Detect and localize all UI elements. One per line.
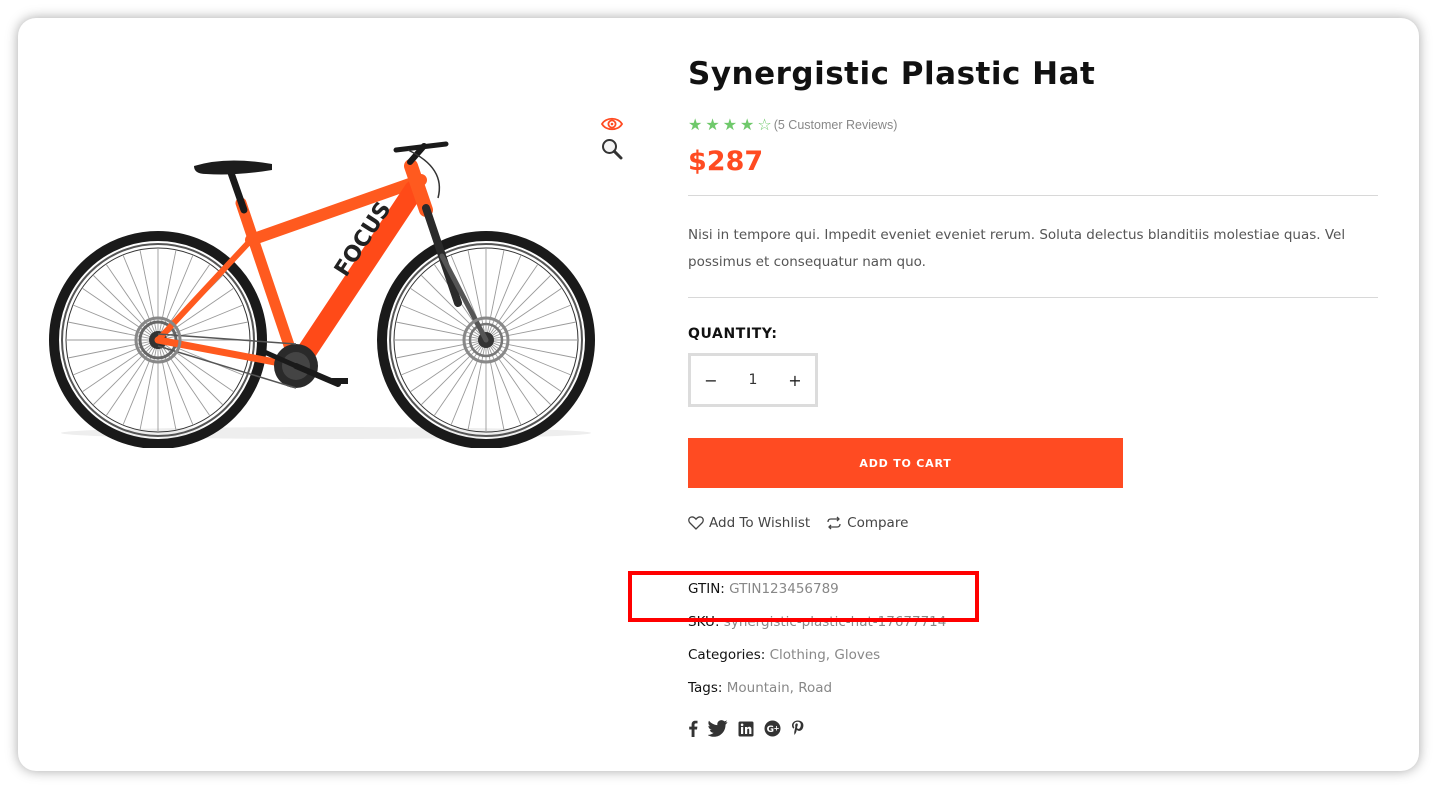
star-filled-icon: ★ bbox=[688, 115, 703, 134]
compare-icon bbox=[827, 516, 841, 530]
bike-frame: FOCUS bbox=[134, 141, 510, 389]
quantity-increase-button[interactable]: + bbox=[775, 371, 815, 390]
svg-text:+: + bbox=[774, 725, 780, 733]
star-filled-icon: ★ bbox=[705, 115, 720, 134]
pinterest-icon[interactable] bbox=[791, 720, 804, 737]
facebook-icon[interactable] bbox=[688, 720, 698, 737]
google-plus-icon[interactable]: G + bbox=[764, 720, 781, 737]
divider bbox=[688, 297, 1378, 298]
add-to-cart-button[interactable]: ADD TO CART bbox=[688, 438, 1123, 488]
sku-value: synergistic-plastic-hat-17677714 bbox=[723, 614, 947, 630]
product-title: Synergistic Plastic Hat bbox=[688, 56, 1096, 92]
star-filled-icon: ★ bbox=[740, 115, 755, 134]
gtin-value: GTIN123456789 bbox=[729, 581, 839, 597]
divider bbox=[688, 195, 1378, 196]
product-sku: SKU: synergistic-plastic-hat-17677714 bbox=[688, 614, 946, 630]
social-share: G + bbox=[688, 720, 804, 737]
star-empty-icon: ☆ bbox=[757, 115, 772, 134]
gtin-label: GTIN: bbox=[688, 581, 725, 597]
product-gallery: FOCUS bbox=[38, 58, 624, 478]
product-price: $287 bbox=[688, 146, 764, 177]
product-gtin: GTIN: GTIN123456789 bbox=[688, 581, 839, 597]
sku-label: SKU: bbox=[688, 614, 720, 630]
category-link[interactable]: Gloves bbox=[834, 647, 880, 663]
product-card: FOCUS Synergistic Plastic Hat ★ ★ ★ ★ ☆ … bbox=[18, 18, 1419, 771]
product-categories: Categories: Clothing, Gloves bbox=[688, 647, 881, 663]
quantity-label: QUANTITY: bbox=[688, 326, 778, 342]
tags-label: Tags: bbox=[688, 680, 723, 696]
category-link[interactable]: Clothing bbox=[770, 647, 826, 663]
tag-link[interactable]: Road bbox=[798, 680, 832, 696]
product-actions: Add To Wishlist Compare bbox=[688, 515, 908, 531]
quantity-decrease-button[interactable]: − bbox=[691, 371, 731, 390]
wishlist-label: Add To Wishlist bbox=[709, 515, 811, 531]
reviews-link[interactable]: (5 Customer Reviews) bbox=[774, 118, 898, 132]
add-to-wishlist-link[interactable]: Add To Wishlist bbox=[688, 515, 810, 531]
linkedin-icon[interactable] bbox=[738, 721, 754, 737]
product-image: FOCUS bbox=[49, 141, 595, 448]
quantity-stepper: − + bbox=[688, 353, 818, 407]
product-description: Nisi in tempore qui. Impedit eveniet eve… bbox=[688, 227, 1346, 270]
tag-link[interactable]: Mountain bbox=[727, 680, 790, 696]
categories-label: Categories: bbox=[688, 647, 766, 663]
quantity-input[interactable] bbox=[731, 371, 775, 389]
product-rating: ★ ★ ★ ★ ☆ (5 Customer Reviews) bbox=[688, 116, 897, 134]
star-filled-icon: ★ bbox=[722, 115, 738, 134]
compare-link[interactable]: Compare bbox=[826, 515, 908, 531]
compare-label: Compare bbox=[847, 515, 909, 531]
heart-icon bbox=[688, 516, 704, 530]
product-tags: Tags: Mountain, Road bbox=[688, 680, 833, 696]
twitter-icon[interactable] bbox=[708, 720, 728, 737]
product-summary: Synergistic Plastic Hat ★ ★ ★ ★ ☆ (5 Cus… bbox=[688, 18, 1388, 771]
